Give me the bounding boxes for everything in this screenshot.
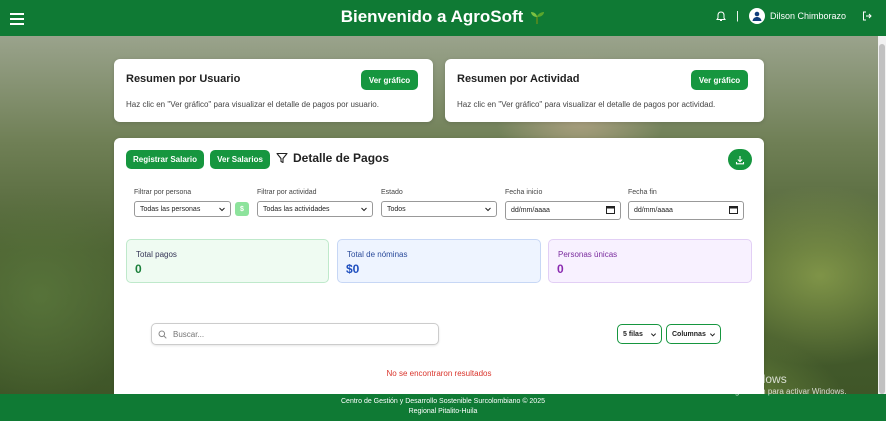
view-chart-user-button[interactable]: Ver gráfico: [361, 70, 418, 90]
rows-per-page-value: 5 filas: [623, 330, 643, 338]
stat-value: $0: [346, 262, 360, 276]
download-button[interactable]: [728, 149, 752, 170]
summary-card-title: Resumen por Actividad: [457, 73, 580, 85]
empty-results-message: No se encontraron resultados: [386, 369, 492, 378]
stat-label: Personas únicas: [558, 250, 618, 259]
date-end-value: dd/mm/aaaa: [634, 207, 673, 214]
user-icon: [752, 11, 762, 21]
date-start-input[interactable]: dd/mm/aaaa: [505, 201, 621, 220]
columns-button[interactable]: Columnas: [666, 324, 721, 344]
header-actions: | Dilson Chimborazo: [716, 8, 872, 24]
filter-activity-value: Todas las actividades: [263, 205, 330, 213]
calendar-icon[interactable]: [729, 205, 738, 214]
filter-person-select[interactable]: Todas las personas: [134, 201, 231, 217]
stat-value: 0: [135, 262, 142, 276]
stat-total-payments: Total pagos 0: [126, 239, 329, 283]
date-start-label: Fecha inicio: [505, 189, 543, 196]
filter-person-label: Filtrar por persona: [134, 189, 192, 196]
search-input[interactable]: [173, 329, 423, 339]
view-chart-activity-button[interactable]: Ver gráfico: [691, 70, 748, 90]
watermark-subtitle: Ve a Configuración para activar Windows.: [698, 387, 847, 396]
page-title: Detalle de Pagos: [293, 151, 390, 165]
windows-activation-watermark: Activar Windows Ve a Configuración para …: [698, 372, 847, 396]
stat-value: 0: [557, 262, 564, 276]
user-menu[interactable]: Dilson Chimborazo: [748, 8, 846, 24]
summary-card-description: Haz clic en "Ver gráfico" para visualiza…: [126, 100, 379, 109]
search-box[interactable]: [151, 323, 439, 345]
bell-icon[interactable]: [716, 10, 727, 22]
view-salaries-button[interactable]: Ver Salarios: [210, 150, 270, 169]
footer: Centro de Gestión y Desarrollo Sostenibl…: [0, 394, 886, 421]
register-salary-button[interactable]: Registrar Salario: [126, 150, 204, 169]
summary-card-activity: Resumen por Actividad Ver gráfico Haz cl…: [445, 59, 764, 122]
summary-card-description: Haz clic en "Ver gráfico" para visualiza…: [457, 100, 716, 109]
salary-filter-button[interactable]: $: [235, 202, 249, 216]
chevron-down-icon: [361, 207, 367, 212]
chevron-down-icon: [650, 333, 657, 337]
stat-label: Total pagos: [136, 250, 177, 259]
summary-card-user: Resumen por Usuario Ver gráfico Haz clic…: [114, 59, 433, 122]
summary-card-title: Resumen por Usuario: [126, 73, 241, 85]
avatar[interactable]: [748, 8, 765, 24]
download-icon: [735, 155, 745, 164]
calendar-icon[interactable]: [606, 205, 615, 214]
footer-line-2: Regional Pitalito-Huila: [408, 408, 478, 415]
search-icon: [158, 330, 167, 339]
logout-icon[interactable]: [862, 11, 872, 21]
filter-status-select[interactable]: Todos: [381, 201, 497, 217]
rows-per-page-select[interactable]: 5 filas: [617, 324, 662, 344]
app-title: Bienvenido a AgroSoft: [340, 7, 524, 26]
footer-line-1: Centro de Gestión y Desarrollo Sostenibl…: [341, 398, 545, 405]
user-name: Dilson Chimborazo: [769, 11, 846, 21]
filter-status-label: Estado: [381, 189, 403, 196]
filter-person-value: Todas las personas: [140, 205, 201, 213]
chevron-down-icon: [709, 333, 716, 337]
stat-total-payroll: Total de nóminas $0: [337, 239, 541, 283]
date-end-input[interactable]: dd/mm/aaaa: [628, 201, 744, 220]
chevron-down-icon: [485, 207, 491, 212]
columns-label: Columnas: [672, 330, 706, 338]
payments-header: Detalle de Pagos: [276, 151, 389, 165]
watermark-title: Activar Windows: [698, 372, 787, 386]
chevron-down-icon: [219, 207, 225, 212]
stat-unique-people: Personas únicas 0: [548, 239, 752, 283]
top-navbar: Bienvenido a AgroSoft | Dilson Chimboraz…: [0, 0, 886, 36]
stat-label: Total de nóminas: [347, 250, 408, 259]
date-end-label: Fecha fin: [628, 189, 657, 196]
sprout-icon: [531, 12, 545, 24]
filter-activity-label: Filtrar por actividad: [257, 189, 317, 196]
date-start-value: dd/mm/aaaa: [511, 207, 550, 214]
filter-icon[interactable]: [276, 152, 288, 164]
filter-activity-select[interactable]: Todas las actividades: [257, 201, 373, 217]
filter-status-value: Todos: [387, 205, 406, 213]
scrollbar-thumb[interactable]: [879, 44, 885, 394]
header-separator: |: [736, 10, 739, 22]
